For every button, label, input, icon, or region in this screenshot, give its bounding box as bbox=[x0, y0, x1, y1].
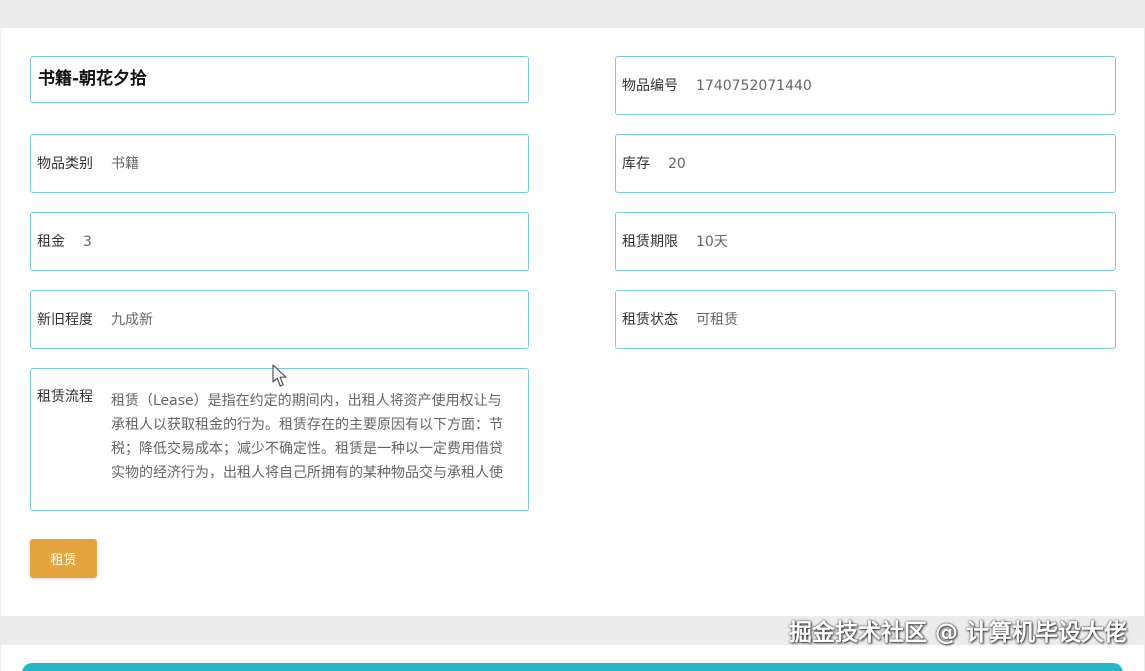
lease-status-field: 租赁状态 可租赁 bbox=[615, 290, 1116, 349]
item-number-field: 物品编号 1740752071440 bbox=[615, 56, 1116, 115]
item-title: 书籍-朝花夕拾 bbox=[38, 68, 148, 89]
condition-value: 九成新 bbox=[111, 311, 153, 328]
item-title-field: 书籍-朝花夕拾 bbox=[30, 56, 529, 103]
item-number-label: 物品编号 bbox=[622, 77, 678, 94]
rental-item-detail-page: 书籍-朝花夕拾 物品编号 1740752071440 物品类别 书籍 库存 20… bbox=[0, 0, 1145, 671]
lease-process-label: 租赁流程 bbox=[37, 389, 93, 405]
item-number-value: 1740752071440 bbox=[696, 77, 812, 94]
lease-term-label: 租赁期限 bbox=[622, 233, 678, 250]
stock-field: 库存 20 bbox=[615, 134, 1116, 193]
condition-label: 新旧程度 bbox=[37, 311, 93, 328]
item-category-label: 物品类别 bbox=[37, 155, 93, 172]
rent-value: 3 bbox=[83, 233, 92, 250]
watermark-text: 掘金技术社区 @ 计算机毕设大佬 bbox=[788, 620, 1127, 646]
lease-status-label: 租赁状态 bbox=[622, 311, 678, 328]
rent-label: 租金 bbox=[37, 233, 65, 250]
lease-process-description: 租赁（Lease）是指在约定的期间内，出租人将资产使用权让与承租人以获取租金的行… bbox=[111, 393, 503, 481]
item-category-value: 书籍 bbox=[111, 155, 139, 172]
stock-label: 库存 bbox=[622, 155, 650, 172]
rent-button[interactable]: 租赁 bbox=[30, 539, 97, 578]
item-category-field: 物品类别 书籍 bbox=[30, 134, 529, 193]
teal-accent-bar bbox=[22, 663, 1123, 671]
rent-field: 租金 3 bbox=[30, 212, 529, 271]
condition-field: 新旧程度 九成新 bbox=[30, 290, 529, 349]
lease-status-value: 可租赁 bbox=[696, 311, 738, 328]
lease-term-value: 10天 bbox=[696, 233, 728, 250]
lease-process-field: 租赁流程 租赁（Lease）是指在约定的期间内，出租人将资产使用权让与承租人以获… bbox=[30, 368, 529, 511]
stock-value: 20 bbox=[668, 155, 686, 172]
lease-term-field: 租赁期限 10天 bbox=[615, 212, 1116, 271]
